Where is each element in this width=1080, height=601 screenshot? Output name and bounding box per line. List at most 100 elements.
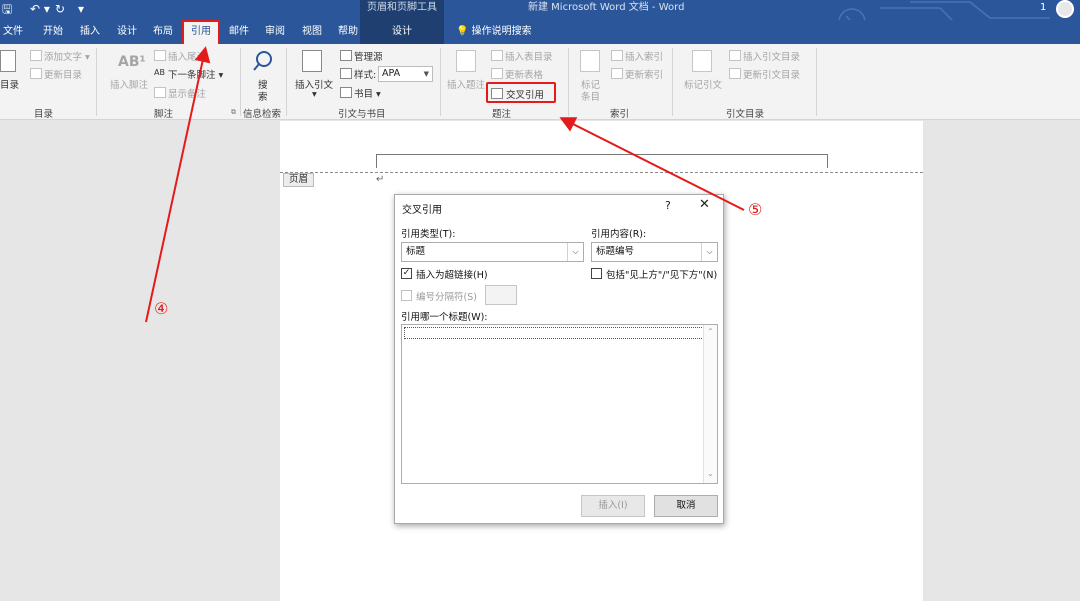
insert-caption-button[interactable]: 插入题注 bbox=[447, 77, 485, 91]
update-table-icon bbox=[491, 68, 503, 79]
insert-hyperlink-checkbox[interactable]: ✓ bbox=[401, 268, 412, 279]
include-above-below-checkbox[interactable] bbox=[591, 268, 602, 279]
dialog-title: 交叉引用 bbox=[402, 205, 442, 216]
manage-sources-icon bbox=[340, 50, 352, 61]
group-divider bbox=[568, 48, 569, 116]
group-label-index: 索引 bbox=[610, 109, 630, 120]
customize-qat-icon[interactable]: ▾ bbox=[78, 0, 84, 20]
insert-index-button[interactable]: 插入索引 bbox=[625, 49, 663, 63]
insert-toa-button[interactable]: 插入引文目录 bbox=[743, 49, 800, 63]
include-above-below-label: 包括"见上方"/"见下方"(N) bbox=[606, 270, 718, 281]
style-icon bbox=[340, 68, 352, 79]
cross-reference-button[interactable]: 交叉引用 bbox=[486, 82, 556, 103]
group-divider bbox=[816, 48, 817, 116]
document-title: 新建 Microsoft Word 文档 - Word bbox=[528, 2, 685, 13]
reference-content-value: 标题编号 bbox=[596, 246, 635, 257]
add-text-button[interactable]: 添加文字 ▾ bbox=[44, 49, 90, 63]
tab-mailings[interactable]: 邮件 bbox=[224, 20, 254, 44]
mark-entry-icon bbox=[580, 50, 600, 72]
tab-help[interactable]: 帮助 bbox=[333, 20, 363, 44]
footnote-ab-icon: AB¹ bbox=[118, 54, 146, 70]
tab-home[interactable]: 开始 bbox=[38, 20, 68, 44]
reference-type-select[interactable]: 标题 ⌵ bbox=[401, 242, 584, 262]
undo-icon[interactable]: ↶ ▾ bbox=[30, 0, 50, 20]
heading-listbox[interactable]: ⌃ ⌄ bbox=[401, 324, 718, 484]
show-notes-icon bbox=[154, 87, 166, 98]
chevron-down-icon: ⌵ bbox=[567, 243, 583, 261]
insert-button[interactable]: 插入(I) bbox=[581, 495, 645, 517]
tab-insert[interactable]: 插入 bbox=[75, 20, 105, 44]
next-footnote-button[interactable]: 下一条脚注 ▾ bbox=[168, 67, 223, 81]
mark-citation-icon bbox=[692, 50, 712, 72]
update-table-button[interactable]: 更新表格 bbox=[505, 67, 543, 81]
tell-me-search[interactable]: 💡 操作说明搜索 bbox=[456, 20, 532, 44]
reference-content-label: 引用内容(R): bbox=[591, 229, 647, 240]
toc-button[interactable]: 目录 bbox=[0, 77, 19, 91]
tab-header-footer-design[interactable]: 设计 bbox=[360, 20, 444, 44]
insert-hyperlink-label: 插入为超链接(H) bbox=[416, 270, 488, 281]
chevron-down-icon: ▼ bbox=[423, 70, 429, 78]
selected-list-item[interactable] bbox=[404, 327, 706, 339]
tab-design[interactable]: 设计 bbox=[112, 20, 142, 44]
scroll-down-icon[interactable]: ⌄ bbox=[704, 469, 717, 478]
ribbon-references: 目录 添加文字 ▾ 更新目录 目录 AB¹ 插入脚注 插入尾注 AB 下一条脚注… bbox=[0, 44, 1080, 120]
tab-view[interactable]: 视图 bbox=[297, 20, 327, 44]
mark-entry-button-line2: 条目 bbox=[581, 92, 601, 103]
header-tag: 页眉 bbox=[283, 173, 314, 187]
insert-footnote-button[interactable]: 插入脚注 bbox=[110, 77, 148, 91]
insert-citation-icon bbox=[302, 50, 322, 72]
reference-content-select[interactable]: 标题编号 ⌵ bbox=[591, 242, 718, 262]
lightbulb-icon: 💡 bbox=[456, 26, 472, 37]
update-index-icon bbox=[611, 68, 623, 79]
tab-references[interactable]: 引用 bbox=[182, 20, 220, 46]
help-icon[interactable]: ? bbox=[665, 199, 671, 212]
insert-endnote-button[interactable]: 插入尾注 bbox=[168, 49, 206, 63]
account-avatar[interactable] bbox=[1056, 0, 1074, 18]
insert-table-of-figures-icon bbox=[491, 50, 503, 61]
reference-type-label: 引用类型(T): bbox=[401, 229, 456, 240]
tab-file[interactable]: 文件 bbox=[0, 20, 26, 44]
insert-index-icon bbox=[611, 50, 623, 61]
footnotes-dialog-launcher-icon[interactable]: ⧉ bbox=[231, 108, 236, 117]
separator-checkbox[interactable] bbox=[401, 290, 412, 301]
group-label-research: 信息检索 bbox=[243, 109, 282, 120]
separator-input[interactable] bbox=[485, 285, 517, 305]
bibliography-button[interactable]: 书目 ▾ bbox=[354, 86, 381, 100]
insert-citation-dropdown-icon[interactable]: ▾ bbox=[312, 89, 317, 100]
insert-toa-icon bbox=[729, 50, 741, 61]
scroll-up-icon[interactable]: ⌃ bbox=[704, 327, 717, 336]
header-rule bbox=[376, 154, 828, 168]
listbox-scrollbar[interactable]: ⌃ ⌄ bbox=[703, 325, 717, 483]
ribbon-tab-row: 文件 开始 插入 设计 布局 引用 邮件 审阅 视图 帮助 设计 💡 操作说明搜… bbox=[0, 20, 1080, 46]
separator-label: 编号分隔符(S) bbox=[416, 292, 477, 303]
add-text-icon bbox=[30, 50, 42, 61]
citation-style-select[interactable]: APA ▼ bbox=[378, 66, 433, 82]
group-label-toa: 引文目录 bbox=[726, 109, 765, 120]
which-heading-label: 引用哪一个标题(W): bbox=[401, 312, 488, 323]
title-bar: 🖫 ↶ ▾ ↻ ▾ 页眉和页脚工具 新建 Microsoft Word 文档 -… bbox=[0, 0, 1080, 37]
group-divider bbox=[286, 48, 287, 116]
show-notes-button[interactable]: 显示备注 bbox=[168, 86, 206, 100]
reference-type-value: 标题 bbox=[406, 246, 426, 257]
bibliography-icon bbox=[340, 87, 352, 98]
mark-citation-button[interactable]: 标记引文 bbox=[684, 77, 722, 91]
insert-endnote-icon bbox=[154, 50, 166, 61]
group-divider bbox=[96, 48, 97, 116]
chevron-down-icon: ⌵ bbox=[701, 243, 717, 261]
tab-layout[interactable]: 布局 bbox=[148, 20, 178, 44]
group-divider bbox=[440, 48, 441, 116]
next-footnote-icon: AB bbox=[154, 68, 165, 77]
update-toa-button[interactable]: 更新引文目录 bbox=[743, 67, 800, 81]
close-icon[interactable]: ✕ bbox=[699, 197, 710, 212]
group-label-toc: 目录 bbox=[34, 109, 54, 120]
cross-reference-label: 交叉引用 bbox=[506, 90, 545, 101]
update-toc-button[interactable]: 更新目录 bbox=[44, 67, 82, 81]
tab-review[interactable]: 审阅 bbox=[260, 20, 290, 44]
save-icon[interactable]: 🖫 bbox=[2, 0, 12, 20]
manage-sources-button[interactable]: 管理源 bbox=[354, 49, 383, 63]
insert-table-of-figures-button[interactable]: 插入表目录 bbox=[505, 49, 553, 63]
update-index-button[interactable]: 更新索引 bbox=[625, 67, 663, 81]
group-label-footnotes: 脚注 bbox=[154, 109, 174, 120]
redo-icon[interactable]: ↻ bbox=[55, 0, 65, 20]
cancel-button[interactable]: 取消 bbox=[654, 495, 718, 517]
